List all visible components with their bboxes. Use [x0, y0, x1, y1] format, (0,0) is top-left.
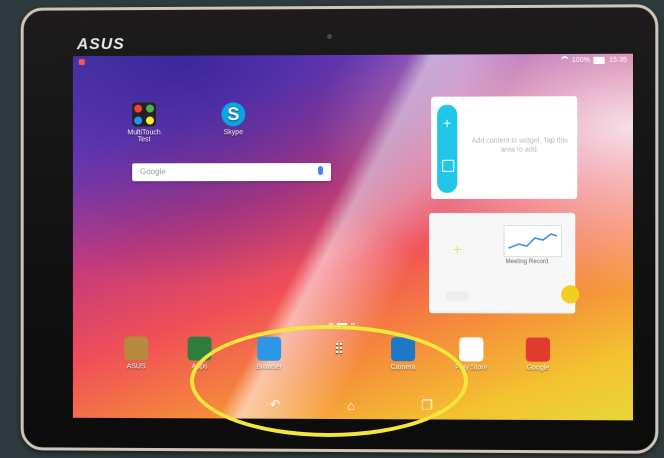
add-icon[interactable]: + [437, 115, 457, 131]
wifi-icon [560, 56, 568, 65]
dock-app-drawer[interactable]: ⠿ [315, 337, 363, 364]
brand-logo: ASUS [76, 36, 125, 54]
dock: ASUS Apps Browser ⠿ Camera Play Store Go… [112, 336, 592, 378]
battery-label: 100% [571, 56, 590, 64]
app-skype[interactable]: S Skype [209, 102, 257, 136]
app-multitouch[interactable]: MultiTouch Test [120, 102, 168, 144]
google-search-bar[interactable]: Google [132, 163, 332, 182]
meeting-record-widget[interactable]: + Meeting Record [429, 212, 580, 314]
document-icon[interactable] [561, 285, 580, 304]
search-bar-label: Google [140, 167, 166, 177]
app-label: MultiTouch Test [127, 129, 161, 144]
app-label: Skype [223, 129, 244, 137]
thumbnail-graph [505, 226, 562, 256]
status-bar: 100% 15:35 [73, 54, 633, 70]
page-dot-active [337, 323, 347, 326]
folder-icon [124, 336, 149, 361]
dock-asus-folder[interactable]: ASUS [112, 336, 159, 370]
battery-icon [593, 56, 606, 64]
app-label: Browser [256, 363, 282, 371]
note-icon[interactable] [442, 159, 455, 172]
browser-icon [257, 336, 282, 361]
skype-icon: S [221, 102, 246, 127]
widget-hint-text: Add content to widget. Tap this area to … [471, 137, 568, 154]
dock-google-folder[interactable]: Google [514, 337, 562, 372]
home-screen: 100% 15:35 MultiTouch Test S Skype Googl… [72, 53, 633, 421]
multitouch-icon [132, 102, 156, 127]
camera-icon [391, 337, 416, 362]
app-label: Camera [390, 364, 416, 372]
front-camera [327, 34, 333, 40]
quick-memo-sidebar[interactable]: + [437, 104, 458, 193]
recents-icon[interactable]: ❐ [417, 397, 437, 413]
tablet-device: ASUS 100% 15:35 MultiTouch Test S Skype … [20, 4, 659, 454]
record-thumbnail [503, 224, 563, 258]
home-icon[interactable]: ⌂ [341, 398, 361, 413]
mic-icon[interactable] [318, 166, 324, 176]
add-icon[interactable]: + [453, 241, 461, 257]
app-label: ASUS [126, 363, 146, 371]
back-icon[interactable]: ↶ [265, 397, 285, 413]
page-indicator [329, 322, 355, 326]
folder-icon [187, 336, 212, 361]
quick-memo-widget[interactable]: + Add content to widget. Tap this area t… [431, 96, 578, 199]
navigation-bar: ↶ ⌂ ❐ [73, 390, 633, 420]
dock-camera[interactable]: Camera [379, 337, 427, 371]
play-store-icon [459, 337, 484, 362]
app-drawer-icon: ⠿ [333, 340, 345, 358]
page-dot [350, 323, 355, 326]
app-label: Apps [191, 363, 208, 371]
dock-play-store[interactable]: Play Store [447, 337, 495, 372]
notification-icon [78, 59, 85, 66]
app-label: Google [526, 364, 550, 372]
widget-toggle[interactable] [445, 291, 470, 302]
app-label: Play Store [455, 364, 488, 372]
dock-apps-folder[interactable]: Apps [176, 336, 224, 371]
clock: 15:35 [609, 56, 627, 64]
google-folder-icon [525, 337, 550, 362]
meeting-record-label: Meeting Record [505, 259, 549, 266]
page-dot [329, 322, 334, 325]
dock-browser[interactable]: Browser [245, 336, 293, 371]
